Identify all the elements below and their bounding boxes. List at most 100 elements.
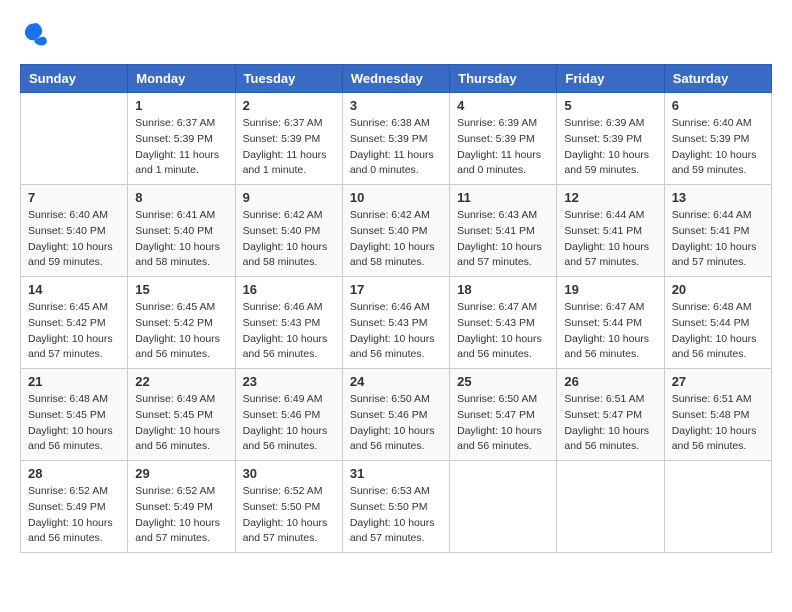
- sunrise: Sunrise: 6:50 AM: [457, 393, 537, 405]
- sunset: Sunset: 5:40 PM: [243, 225, 321, 237]
- sunset: Sunset: 5:40 PM: [350, 225, 428, 237]
- daylight: Daylight: 10 hours and 59 minutes.: [28, 241, 113, 269]
- sunset: Sunset: 5:39 PM: [135, 133, 213, 145]
- day-number: 31: [350, 466, 442, 481]
- day-number: 12: [564, 190, 656, 205]
- day-number: 28: [28, 466, 120, 481]
- day-info: Sunrise: 6:44 AM Sunset: 5:41 PM Dayligh…: [672, 208, 764, 271]
- sunset: Sunset: 5:45 PM: [28, 409, 106, 421]
- sunrise: Sunrise: 6:37 AM: [135, 117, 215, 129]
- day-info: Sunrise: 6:42 AM Sunset: 5:40 PM Dayligh…: [243, 208, 335, 271]
- daylight: Daylight: 10 hours and 56 minutes.: [243, 425, 328, 453]
- day-info: Sunrise: 6:47 AM Sunset: 5:43 PM Dayligh…: [457, 300, 549, 363]
- calendar-cell: 10 Sunrise: 6:42 AM Sunset: 5:40 PM Dayl…: [342, 185, 449, 277]
- sunset: Sunset: 5:39 PM: [243, 133, 321, 145]
- sunrise: Sunrise: 6:45 AM: [28, 301, 108, 313]
- calendar-cell: 30 Sunrise: 6:52 AM Sunset: 5:50 PM Dayl…: [235, 461, 342, 553]
- day-number: 22: [135, 374, 227, 389]
- calendar-cell: 6 Sunrise: 6:40 AM Sunset: 5:39 PM Dayli…: [664, 93, 771, 185]
- sunrise: Sunrise: 6:44 AM: [564, 209, 644, 221]
- day-number: 15: [135, 282, 227, 297]
- calendar-cell: 7 Sunrise: 6:40 AM Sunset: 5:40 PM Dayli…: [21, 185, 128, 277]
- calendar-cell: 12 Sunrise: 6:44 AM Sunset: 5:41 PM Dayl…: [557, 185, 664, 277]
- daylight: Daylight: 10 hours and 57 minutes.: [135, 517, 220, 545]
- sunset: Sunset: 5:42 PM: [135, 317, 213, 329]
- sunrise: Sunrise: 6:51 AM: [564, 393, 644, 405]
- calendar-cell: 22 Sunrise: 6:49 AM Sunset: 5:45 PM Dayl…: [128, 369, 235, 461]
- day-info: Sunrise: 6:46 AM Sunset: 5:43 PM Dayligh…: [350, 300, 442, 363]
- daylight: Daylight: 10 hours and 56 minutes.: [672, 333, 757, 361]
- day-info: Sunrise: 6:41 AM Sunset: 5:40 PM Dayligh…: [135, 208, 227, 271]
- calendar-cell: 31 Sunrise: 6:53 AM Sunset: 5:50 PM Dayl…: [342, 461, 449, 553]
- sunrise: Sunrise: 6:39 AM: [564, 117, 644, 129]
- logo-icon: [20, 20, 48, 48]
- day-info: Sunrise: 6:50 AM Sunset: 5:46 PM Dayligh…: [350, 392, 442, 455]
- sunrise: Sunrise: 6:42 AM: [350, 209, 430, 221]
- daylight: Daylight: 10 hours and 59 minutes.: [672, 149, 757, 177]
- calendar-cell: [557, 461, 664, 553]
- calendar-cell: 26 Sunrise: 6:51 AM Sunset: 5:47 PM Dayl…: [557, 369, 664, 461]
- day-number: 7: [28, 190, 120, 205]
- daylight: Daylight: 10 hours and 58 minutes.: [135, 241, 220, 269]
- sunset: Sunset: 5:41 PM: [457, 225, 535, 237]
- day-number: 10: [350, 190, 442, 205]
- day-number: 13: [672, 190, 764, 205]
- weekday-header-saturday: Saturday: [664, 65, 771, 93]
- sunrise: Sunrise: 6:38 AM: [350, 117, 430, 129]
- calendar-cell: 15 Sunrise: 6:45 AM Sunset: 5:42 PM Dayl…: [128, 277, 235, 369]
- daylight: Daylight: 10 hours and 56 minutes.: [243, 333, 328, 361]
- sunrise: Sunrise: 6:42 AM: [243, 209, 323, 221]
- sunrise: Sunrise: 6:44 AM: [672, 209, 752, 221]
- sunset: Sunset: 5:43 PM: [457, 317, 535, 329]
- calendar-cell: 14 Sunrise: 6:45 AM Sunset: 5:42 PM Dayl…: [21, 277, 128, 369]
- sunrise: Sunrise: 6:48 AM: [28, 393, 108, 405]
- day-info: Sunrise: 6:50 AM Sunset: 5:47 PM Dayligh…: [457, 392, 549, 455]
- day-number: 3: [350, 98, 442, 113]
- sunset: Sunset: 5:41 PM: [564, 225, 642, 237]
- day-info: Sunrise: 6:43 AM Sunset: 5:41 PM Dayligh…: [457, 208, 549, 271]
- calendar-cell: 27 Sunrise: 6:51 AM Sunset: 5:48 PM Dayl…: [664, 369, 771, 461]
- week-row-0: 1 Sunrise: 6:37 AM Sunset: 5:39 PM Dayli…: [21, 93, 772, 185]
- sunrise: Sunrise: 6:40 AM: [672, 117, 752, 129]
- logo: [20, 20, 52, 48]
- sunrise: Sunrise: 6:53 AM: [350, 485, 430, 497]
- sunrise: Sunrise: 6:52 AM: [243, 485, 323, 497]
- sunrise: Sunrise: 6:47 AM: [564, 301, 644, 313]
- day-info: Sunrise: 6:51 AM Sunset: 5:48 PM Dayligh…: [672, 392, 764, 455]
- day-number: 29: [135, 466, 227, 481]
- sunrise: Sunrise: 6:46 AM: [350, 301, 430, 313]
- calendar-cell: 16 Sunrise: 6:46 AM Sunset: 5:43 PM Dayl…: [235, 277, 342, 369]
- sunrise: Sunrise: 6:40 AM: [28, 209, 108, 221]
- sunset: Sunset: 5:43 PM: [350, 317, 428, 329]
- daylight: Daylight: 11 hours and 0 minutes.: [457, 149, 541, 177]
- calendar-cell: 25 Sunrise: 6:50 AM Sunset: 5:47 PM Dayl…: [450, 369, 557, 461]
- calendar-cell: 23 Sunrise: 6:49 AM Sunset: 5:46 PM Dayl…: [235, 369, 342, 461]
- calendar-cell: 18 Sunrise: 6:47 AM Sunset: 5:43 PM Dayl…: [450, 277, 557, 369]
- daylight: Daylight: 10 hours and 57 minutes.: [672, 241, 757, 269]
- day-info: Sunrise: 6:52 AM Sunset: 5:49 PM Dayligh…: [28, 484, 120, 547]
- day-info: Sunrise: 6:46 AM Sunset: 5:43 PM Dayligh…: [243, 300, 335, 363]
- day-number: 18: [457, 282, 549, 297]
- weekday-header-row: SundayMondayTuesdayWednesdayThursdayFrid…: [21, 65, 772, 93]
- sunrise: Sunrise: 6:43 AM: [457, 209, 537, 221]
- sunset: Sunset: 5:46 PM: [350, 409, 428, 421]
- sunrise: Sunrise: 6:37 AM: [243, 117, 323, 129]
- daylight: Daylight: 10 hours and 56 minutes.: [135, 333, 220, 361]
- sunrise: Sunrise: 6:49 AM: [135, 393, 215, 405]
- day-info: Sunrise: 6:52 AM Sunset: 5:50 PM Dayligh…: [243, 484, 335, 547]
- daylight: Daylight: 10 hours and 56 minutes.: [672, 425, 757, 453]
- weekday-header-tuesday: Tuesday: [235, 65, 342, 93]
- day-info: Sunrise: 6:51 AM Sunset: 5:47 PM Dayligh…: [564, 392, 656, 455]
- calendar-cell: 4 Sunrise: 6:39 AM Sunset: 5:39 PM Dayli…: [450, 93, 557, 185]
- sunrise: Sunrise: 6:45 AM: [135, 301, 215, 313]
- daylight: Daylight: 10 hours and 56 minutes.: [457, 333, 542, 361]
- daylight: Daylight: 10 hours and 59 minutes.: [564, 149, 649, 177]
- daylight: Daylight: 10 hours and 57 minutes.: [564, 241, 649, 269]
- day-info: Sunrise: 6:48 AM Sunset: 5:44 PM Dayligh…: [672, 300, 764, 363]
- daylight: Daylight: 10 hours and 56 minutes.: [564, 425, 649, 453]
- day-number: 9: [243, 190, 335, 205]
- day-number: 14: [28, 282, 120, 297]
- sunset: Sunset: 5:43 PM: [243, 317, 321, 329]
- calendar-cell: 20 Sunrise: 6:48 AM Sunset: 5:44 PM Dayl…: [664, 277, 771, 369]
- daylight: Daylight: 10 hours and 56 minutes.: [350, 425, 435, 453]
